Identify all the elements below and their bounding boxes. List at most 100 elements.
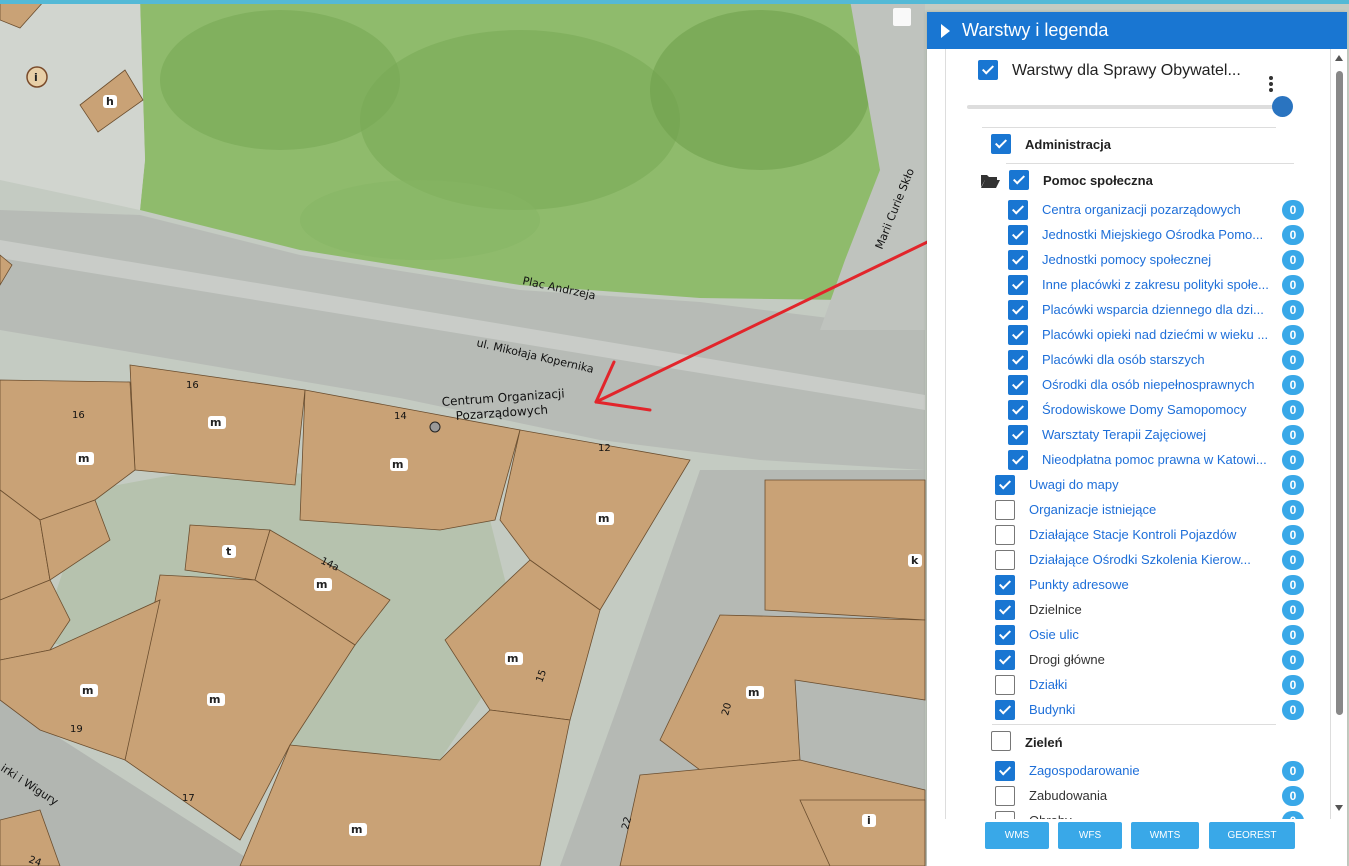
layer-row[interactable]: Uwagi do mapy 0 [946,473,1330,498]
layer-label[interactable]: Zagospodarowanie [1029,763,1276,778]
layer-label[interactable]: Działające Stacje Kontroli Pojazdów [1029,527,1276,542]
building-code: m [392,458,403,471]
layer-row[interactable]: Punkty adresowe 0 [946,573,1330,598]
layer-label[interactable]: Centra organizacji pozarządowych [1042,202,1276,217]
layer-row[interactable]: Jednostki Miejskiego Ośrodka Pomo... 0 [946,223,1330,248]
layer-checkbox[interactable] [995,550,1015,570]
panel-scrollbar[interactable] [1331,49,1347,819]
building-code: m [351,823,362,836]
section-checkbox-administracja[interactable] [991,134,1011,154]
layer-checkbox[interactable] [995,500,1015,520]
layer-label[interactable]: Nieodpłatna pomoc prawna w Katowi... [1042,452,1276,467]
layer-label[interactable]: Placówki wsparcia dziennego dla dzi... [1042,302,1276,317]
layer-checkbox[interactable] [1008,250,1028,270]
layer-label[interactable]: Uwagi do mapy [1029,477,1276,492]
panel-header[interactable]: Warstwy i legenda [927,12,1347,49]
section-label-pomoc[interactable]: Pomoc społeczna [1043,173,1153,188]
collapse-caret-icon[interactable] [941,23,950,38]
layer-checkbox[interactable] [1008,350,1028,370]
layer-label[interactable]: Osie ulic [1029,627,1276,642]
layer-row[interactable]: Zabudowania 0 [946,784,1330,809]
layer-label[interactable]: Punkty adresowe [1029,577,1276,592]
scroll-thumb[interactable] [1336,71,1343,715]
layer-label[interactable]: Jednostki Miejskiego Ośrodka Pomo... [1042,227,1276,242]
layer-row[interactable]: Ośrodki dla osób niepełnosprawnych 0 [946,373,1330,398]
layer-row[interactable]: Obręby0 [946,809,1330,819]
layer-checkbox[interactable] [995,625,1015,645]
layer-row[interactable]: Środowiskowe Domy Samopomocy 0 [946,398,1330,423]
layer-row[interactable]: Centra organizacji pozarządowych 0 [946,198,1330,223]
layer-checkbox[interactable] [995,525,1015,545]
layer-row[interactable]: Warsztaty Terapii Zajęciowej 0 [946,423,1330,448]
layer-checkbox[interactable] [995,675,1015,695]
layer-row[interactable]: Zagospodarowanie 0 [946,759,1330,784]
layer-row[interactable]: Placówki dla osób starszych 0 [946,348,1330,373]
service-button-bar: WMS WFS WMTS GEOREST [927,819,1347,866]
layer-row[interactable]: Jednostki pomocy społecznej 0 [946,248,1330,273]
layer-row[interactable]: Nieodpłatna pomoc prawna w Katowi... 0 [946,448,1330,473]
poi-marker[interactable] [429,421,441,433]
section-checkbox-zielen[interactable] [991,731,1011,751]
layer-label[interactable]: Inne placówki z zakresu polityki społe..… [1042,277,1276,292]
layer-row[interactable]: Dzielnice 0 [946,598,1330,623]
scroll-up-icon[interactable] [1335,55,1343,61]
wmts-button[interactable]: WMTS [1131,822,1199,849]
layer-checkbox[interactable] [995,600,1015,620]
layer-checkbox[interactable] [995,700,1015,720]
layer-checkbox[interactable] [1008,450,1028,470]
layer-checkbox[interactable] [995,575,1015,595]
layer-label[interactable]: Zabudowania [1029,788,1276,803]
layer-label[interactable]: Organizacje istniejące [1029,502,1276,517]
layer-label[interactable]: Warsztaty Terapii Zajęciowej [1042,427,1276,442]
section-label-administracja[interactable]: Administracja [1025,137,1111,152]
group-checkbox[interactable] [978,60,998,80]
layer-row[interactable]: Drogi główne 0 [946,648,1330,673]
group-menu-icon[interactable] [1268,76,1274,94]
building-code: m [210,416,221,429]
layer-label[interactable]: Jednostki pomocy społecznej [1042,252,1276,267]
layer-checkbox[interactable] [1008,300,1028,320]
layer-checkbox[interactable] [1008,400,1028,420]
layer-checkbox[interactable] [995,650,1015,670]
layer-checkbox[interactable] [1008,375,1028,395]
layer-label[interactable]: Placówki opieki nad dziećmi w wieku ... [1042,327,1276,342]
layer-label[interactable]: Budynki [1029,702,1276,717]
layer-checkbox[interactable] [995,786,1015,806]
layer-checkbox[interactable] [1008,200,1028,220]
layer-checkbox[interactable] [1008,425,1028,445]
scroll-down-icon[interactable] [1335,805,1343,811]
layer-row[interactable]: Budynki 0 [946,698,1330,723]
layer-row[interactable]: Organizacje istniejące 0 [946,498,1330,523]
layer-row[interactable]: Placówki wsparcia dziennego dla dzi... 0 [946,298,1330,323]
opacity-slider[interactable] [967,105,1283,109]
house-number: 16 [72,410,85,421]
layer-label[interactable]: Działki [1029,677,1276,692]
layer-row[interactable]: Osie ulic 0 [946,623,1330,648]
layer-row[interactable]: Działki 0 [946,673,1330,698]
layer-label[interactable]: Drogi główne [1029,652,1276,667]
layer-checkbox[interactable] [1008,325,1028,345]
fullscreen-toggle-icon[interactable] [893,8,911,26]
layer-row[interactable]: Działające Stacje Kontroli Pojazdów 0 [946,523,1330,548]
layer-label[interactable]: Ośrodki dla osób niepełnosprawnych [1042,377,1276,392]
wms-button[interactable]: WMS [985,822,1049,849]
layer-checkbox[interactable] [995,475,1015,495]
wfs-button[interactable]: WFS [1058,822,1122,849]
folder-open-icon[interactable] [980,173,1000,189]
layer-label[interactable]: Dzielnice [1029,602,1276,617]
feature-count-badge: 0 [1282,650,1304,670]
layer-row[interactable]: Placówki opieki nad dziećmi w wieku ... 0 [946,323,1330,348]
layer-checkbox[interactable] [995,761,1015,781]
layer-row[interactable]: Inne placówki z zakresu polityki społe..… [946,273,1330,298]
opacity-slider-thumb[interactable] [1272,96,1293,117]
section-checkbox-pomoc[interactable] [1009,170,1029,190]
layer-row[interactable]: Działające Ośrodki Szkolenia Kierow... 0 [946,548,1330,573]
section-label-zielen[interactable]: Zieleń [1025,735,1063,750]
layer-checkbox[interactable] [1008,275,1028,295]
layer-label[interactable]: Placówki dla osób starszych [1042,352,1276,367]
georest-button[interactable]: GEOREST [1209,822,1295,849]
layer-label[interactable]: Działające Ośrodki Szkolenia Kierow... [1029,552,1276,567]
layer-checkbox[interactable] [1008,225,1028,245]
layer-checkbox[interactable] [995,811,1015,819]
layer-label[interactable]: Środowiskowe Domy Samopomocy [1042,402,1276,417]
